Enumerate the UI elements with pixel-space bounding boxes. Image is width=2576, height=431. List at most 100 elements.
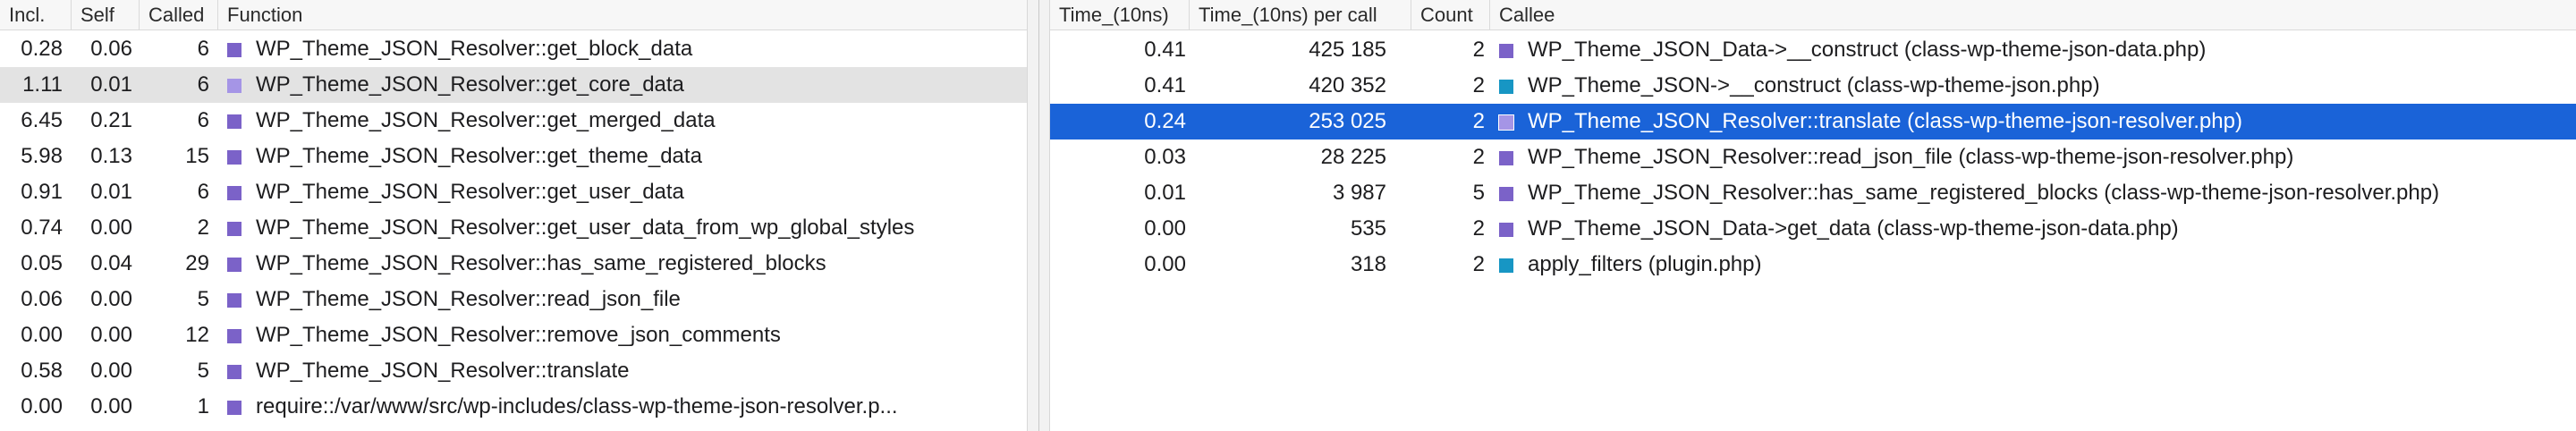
column-header-time-per-call[interactable]: Time_(10ns) per call (1190, 0, 1411, 30)
function-row[interactable]: 1.11 0.01 6 WP_Theme_JSON_Resolver::get_cor… (0, 67, 1027, 103)
callee-row[interactable]: 0.00 318 2 apply_filters (plugin.php) (1050, 247, 2576, 283)
function-name: WP_Theme_JSON_Resolver::get_merged_data (256, 108, 716, 132)
self-value: 0.00 (90, 287, 132, 311)
column-header-callee[interactable]: Callee (1490, 0, 2576, 30)
callee-list-header: Time_(10ns) Time_(10ns) per call Count C… (1050, 0, 2576, 30)
callee-name: WP_Theme_JSON->__construct (class-wp-the… (1528, 73, 2100, 97)
function-name: WP_Theme_JSON_Resolver::has_same_registe… (256, 251, 826, 275)
function-type-icon (227, 186, 242, 200)
pane-splitter[interactable] (1027, 0, 1050, 431)
self-value: 0.04 (90, 251, 132, 275)
called-value: 29 (185, 251, 209, 275)
time-value: 0.41 (1144, 73, 1186, 97)
function-row[interactable]: 0.74 0.00 2 WP_Theme_JSON_Resolver::get_use… (0, 210, 1027, 246)
function-name: WP_Theme_JSON_Resolver::remove_json_comm… (256, 323, 781, 347)
callee-type-icon (1499, 80, 1513, 94)
called-value: 15 (185, 144, 209, 168)
callee-type-icon (1499, 44, 1513, 58)
function-row[interactable]: 0.06 0.00 5 WP_Theme_JSON_Resolver::read_js… (0, 282, 1027, 317)
function-row[interactable]: 0.58 0.00 5 WP_Theme_JSON_Resolver::transla… (0, 353, 1027, 389)
incl-value: 0.28 (21, 37, 63, 61)
incl-value: 0.00 (21, 323, 63, 347)
time-value: 0.24 (1144, 109, 1186, 133)
incl-value: 0.74 (21, 216, 63, 240)
function-row[interactable]: 6.45 0.21 6 WP_Theme_JSON_Resolver::get_mer… (0, 103, 1027, 139)
function-row[interactable]: 0.28 0.06 6 WP_Theme_JSON_Resolver::get_blo… (0, 31, 1027, 67)
called-value: 6 (197, 72, 209, 97)
time-value: 0.00 (1144, 252, 1186, 276)
column-header-time[interactable]: Time_(10ns) (1050, 0, 1190, 30)
called-value: 1 (197, 394, 209, 418)
function-name: WP_Theme_JSON_Resolver::get_core_data (256, 72, 684, 97)
function-type-icon (227, 150, 242, 165)
column-header-incl[interactable]: Incl. (0, 0, 72, 30)
incl-value: 0.91 (21, 180, 63, 204)
function-name: WP_Theme_JSON_Resolver::get_user_data_fr… (256, 216, 915, 240)
function-name: require::/var/www/src/wp-includes/class-… (256, 394, 898, 418)
self-value: 0.00 (90, 359, 132, 383)
incl-value: 5.98 (21, 144, 63, 168)
called-value: 12 (185, 323, 209, 347)
callee-row[interactable]: 0.24 253 025 2 WP_Theme_JSON_Resolver::tran… (1050, 104, 2576, 139)
function-type-icon (227, 401, 242, 415)
callee-row[interactable]: 0.01 3 987 5 WP_Theme_JSON_Resolver::has_sa… (1050, 175, 2576, 211)
function-row[interactable]: 0.05 0.04 29 WP_Theme_JSON_Resolver::has_sa… (0, 246, 1027, 282)
function-list-pane: Incl. Self Called Function 0.28 0.06 6 WP_T… (0, 0, 1027, 431)
called-value: 6 (197, 180, 209, 204)
callee-name: WP_Theme_JSON_Resolver::read_json_file (… (1528, 145, 2294, 169)
self-value: 0.06 (90, 37, 132, 61)
time-value: 0.01 (1144, 181, 1186, 205)
count-value: 2 (1472, 109, 1485, 133)
incl-value: 0.00 (21, 394, 63, 418)
function-type-icon (227, 365, 242, 379)
splitter-grip[interactable] (1038, 0, 1039, 431)
column-header-count[interactable]: Count (1411, 0, 1490, 30)
called-value: 5 (197, 287, 209, 311)
count-value: 2 (1472, 145, 1485, 169)
callee-name: WP_Theme_JSON_Resolver::translate (class… (1528, 109, 2242, 133)
column-header-self[interactable]: Self (72, 0, 140, 30)
callee-row[interactable]: 0.03 28 225 2 WP_Theme_JSON_Resolver::read_… (1050, 139, 2576, 175)
function-type-icon (227, 293, 242, 308)
time-per-call-value: 318 (1350, 252, 1386, 276)
callee-type-icon (1499, 223, 1513, 237)
called-value: 6 (197, 108, 209, 132)
function-row[interactable]: 0.00 0.00 12 WP_Theme_JSON_Resolver::remove… (0, 317, 1027, 353)
callee-name: WP_Theme_JSON_Resolver::has_same_registe… (1528, 181, 2440, 205)
function-type-icon (227, 114, 242, 129)
function-name: WP_Theme_JSON_Resolver::get_theme_data (256, 144, 702, 168)
callee-type-icon (1498, 114, 1514, 131)
callee-row[interactable]: 0.41 420 352 2 WP_Theme_JSON->__construct (… (1050, 68, 2576, 104)
function-type-icon (227, 329, 242, 343)
function-row[interactable]: 0.00 0.00 1 require::/var/www/src/wp-includ… (0, 389, 1027, 425)
callee-name: WP_Theme_JSON_Data->get_data (class-wp-t… (1528, 216, 2179, 241)
function-row[interactable]: 5.98 0.13 15 WP_Theme_JSON_Resolver::get_th… (0, 139, 1027, 174)
called-value: 6 (197, 37, 209, 61)
callee-row[interactable]: 0.00 535 2 WP_Theme_JSON_Data->get_data (cl… (1050, 211, 2576, 247)
callee-type-icon (1499, 258, 1513, 273)
self-value: 0.01 (90, 72, 132, 97)
time-per-call-value: 420 352 (1309, 73, 1386, 97)
time-value: 0.00 (1144, 216, 1186, 241)
column-header-function[interactable]: Function (218, 0, 1027, 30)
column-header-called[interactable]: Called (140, 0, 218, 30)
time-per-call-value: 3 987 (1332, 181, 1386, 205)
callee-row[interactable]: 0.41 425 185 2 WP_Theme_JSON_Data->__constr… (1050, 32, 2576, 68)
time-per-call-value: 425 185 (1309, 38, 1386, 62)
self-value: 0.13 (90, 144, 132, 168)
count-value: 2 (1472, 252, 1485, 276)
incl-value: 0.06 (21, 287, 63, 311)
function-name: WP_Theme_JSON_Resolver::translate (256, 359, 630, 383)
function-type-icon (227, 43, 242, 57)
self-value: 0.00 (90, 216, 132, 240)
callee-name: WP_Theme_JSON_Data->__construct (class-w… (1528, 38, 2207, 62)
time-per-call-value: 535 (1350, 216, 1386, 241)
function-row[interactable]: 0.91 0.01 6 WP_Theme_JSON_Resolver::get_use… (0, 174, 1027, 210)
function-type-icon (227, 258, 242, 272)
time-per-call-value: 253 025 (1309, 109, 1386, 133)
self-value: 0.00 (90, 323, 132, 347)
count-value: 2 (1472, 216, 1485, 241)
self-value: 0.21 (90, 108, 132, 132)
function-type-icon (227, 222, 242, 236)
incl-value: 0.05 (21, 251, 63, 275)
